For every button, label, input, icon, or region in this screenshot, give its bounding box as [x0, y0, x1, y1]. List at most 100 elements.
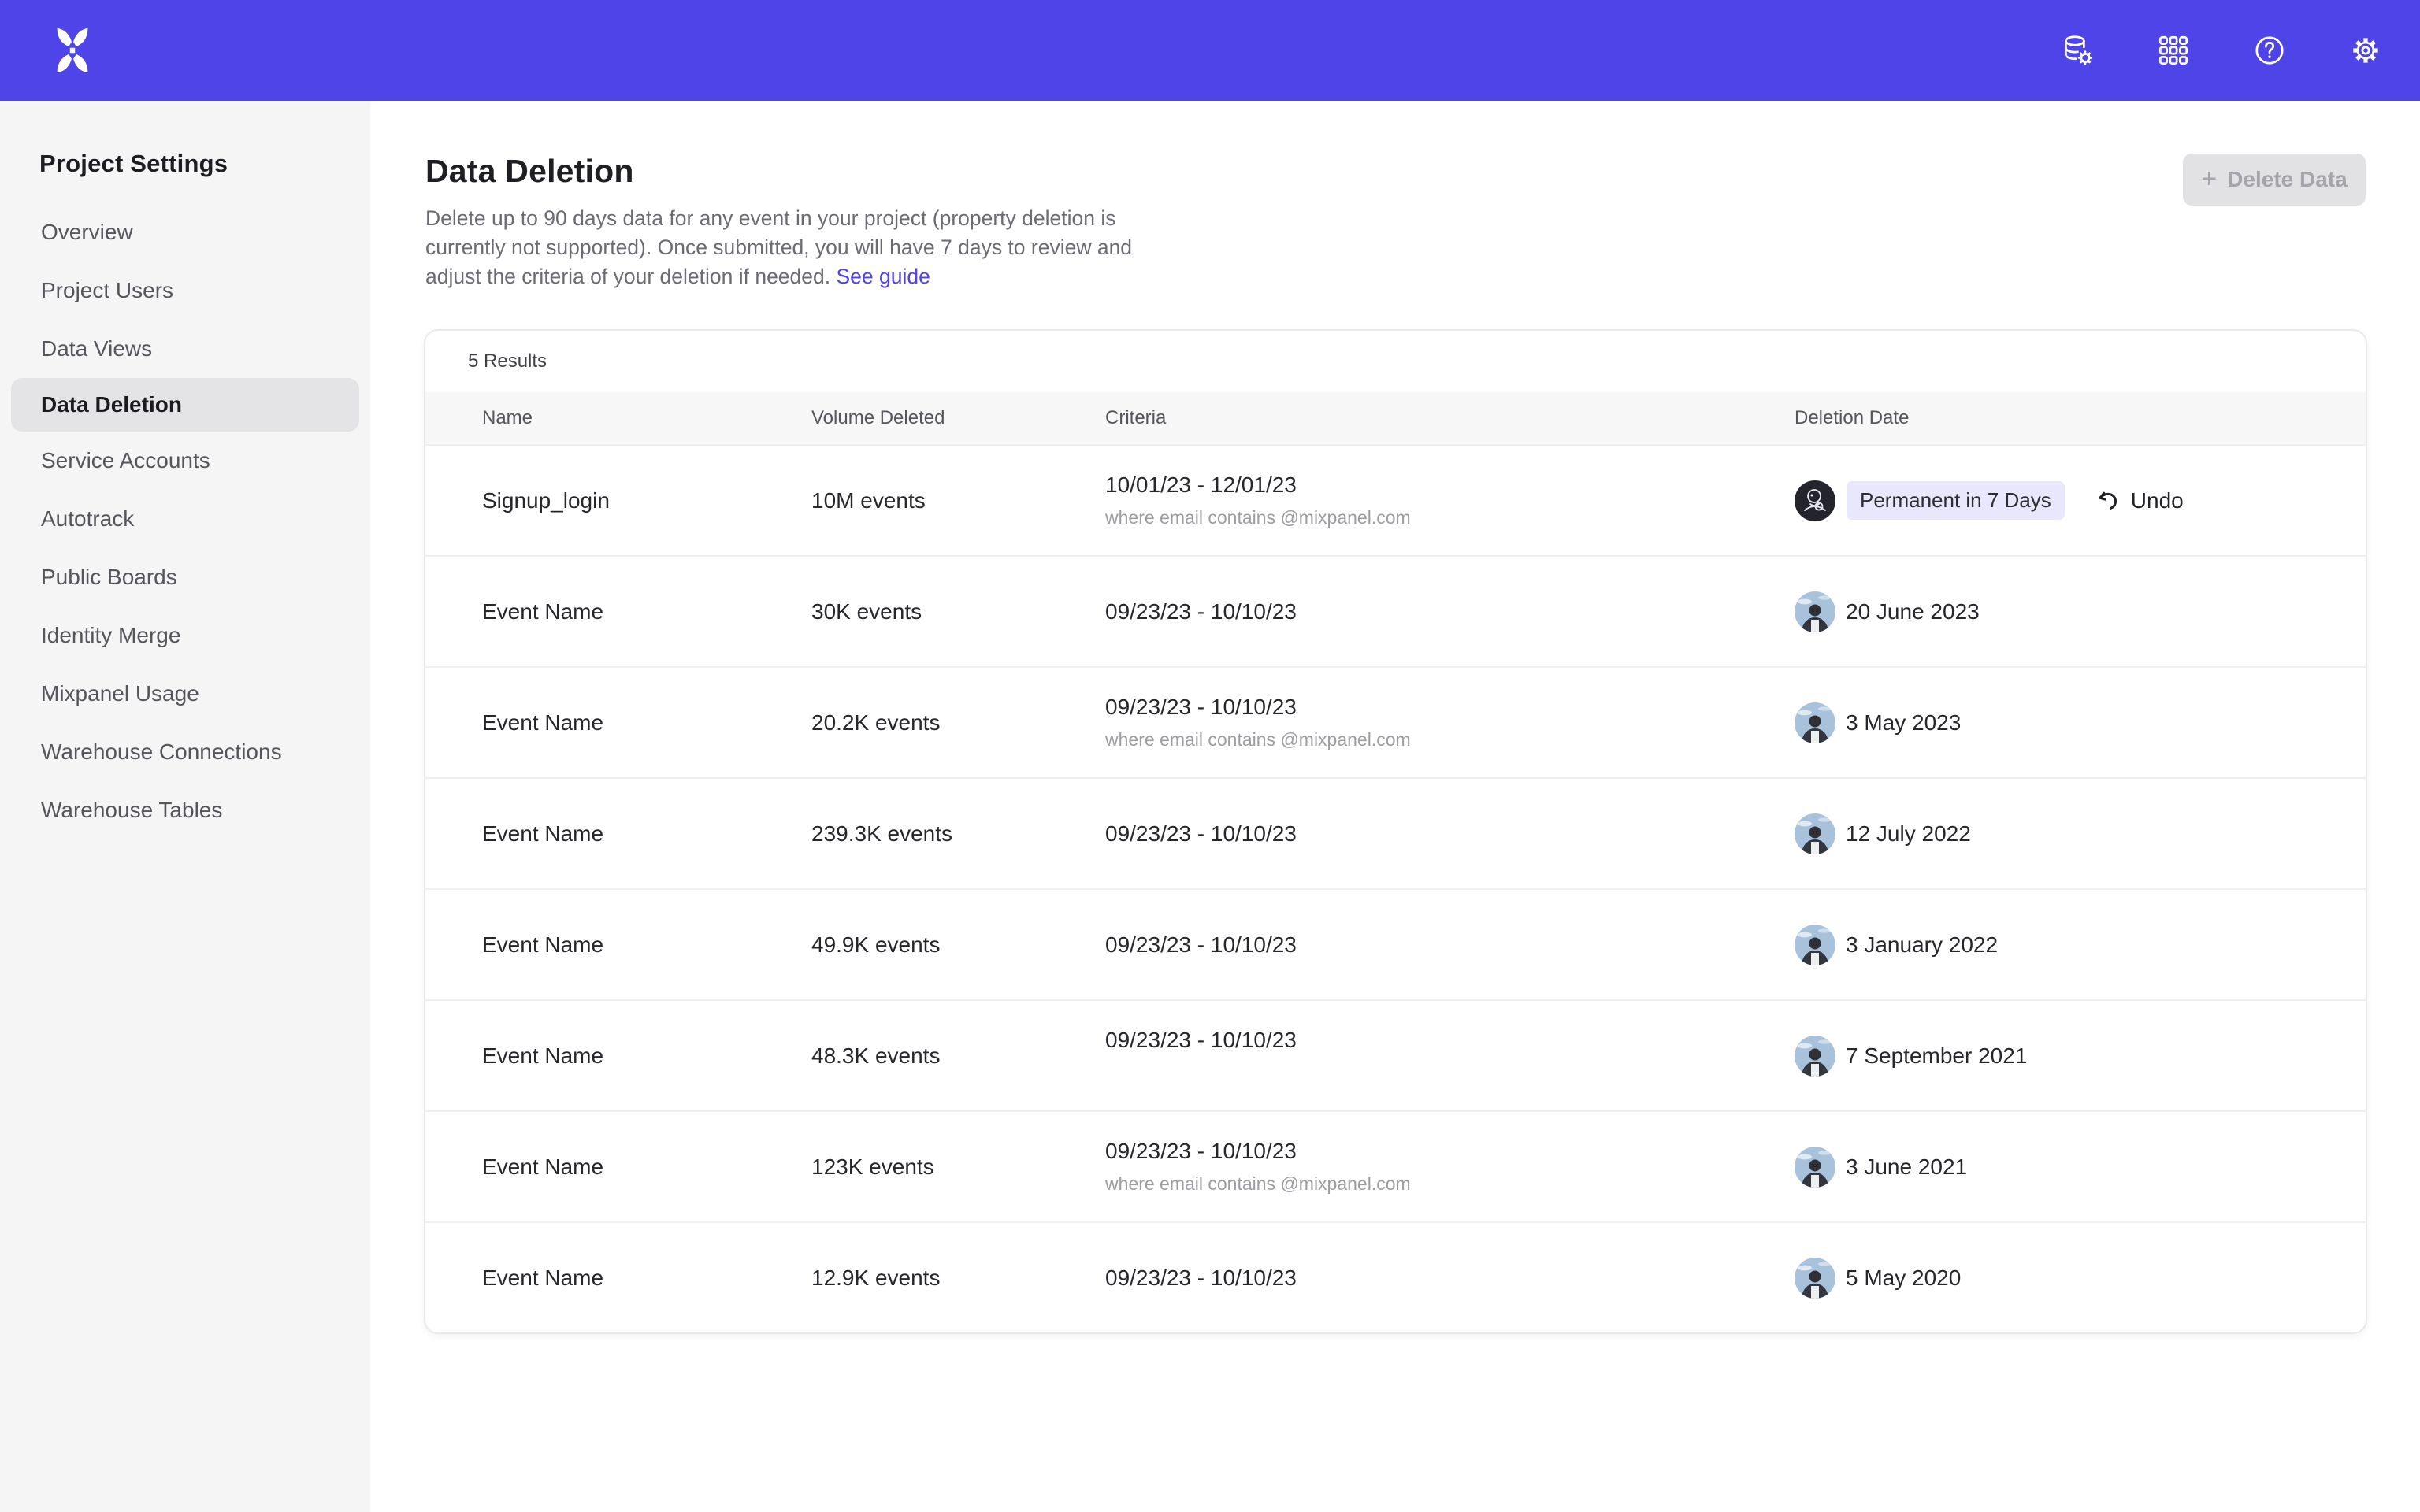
sidebar-title: Project Settings [0, 150, 370, 178]
cell-volume-deleted: 49.9K events [811, 932, 1105, 958]
deletion-date-text: 3 January 2022 [1846, 932, 1998, 958]
deletion-date-text: 3 June 2021 [1846, 1154, 1967, 1180]
user-avatar [1795, 1147, 1835, 1188]
sidebar-item-data-views[interactable]: Data Views [0, 320, 370, 378]
column-header-deletion-date: Deletion Date [1795, 407, 2366, 429]
deletion-date-text: 7 September 2021 [1846, 1043, 2027, 1069]
criteria-date-range: 09/23/23 - 10/10/23 [1105, 1028, 1795, 1053]
table-row: Event Name49.9K events09/23/23 - 10/10/2… [425, 888, 2366, 999]
cell-deletion-date: 5 May 2020 [1795, 1258, 2366, 1299]
cell-criteria: 09/23/23 - 10/10/23 [1105, 821, 1795, 847]
table-row: Event Name30K events09/23/23 - 10/10/23 2… [425, 555, 2366, 666]
undo-button[interactable]: Undo [2095, 487, 2184, 514]
cell-volume-deleted: 30K events [811, 599, 1105, 624]
user-avatar [1795, 1036, 1835, 1077]
sidebar-item-service-accounts[interactable]: Service Accounts [0, 432, 370, 490]
cell-criteria: 09/23/23 - 10/10/23 [1105, 932, 1795, 958]
table-header-row: Name Volume Deleted Criteria Deletion Da… [425, 392, 2366, 444]
cell-volume-deleted: 48.3K events [811, 1043, 1105, 1069]
cell-name: Event Name [425, 932, 811, 958]
criteria-date-range: 09/23/23 - 10/10/23 [1105, 1139, 1795, 1164]
table-row: Event Name123K events09/23/23 - 10/10/23… [425, 1110, 2366, 1221]
column-header-criteria: Criteria [1105, 407, 1795, 429]
sidebar-item-list: OverviewProject UsersData ViewsData Dele… [0, 203, 370, 839]
criteria-date-range: 09/23/23 - 10/10/23 [1105, 1266, 1795, 1291]
sidebar-item-warehouse-tables[interactable]: Warehouse Tables [0, 781, 370, 839]
deletion-date-text: 12 July 2022 [1846, 821, 1971, 847]
cell-deletion-date: 3 May 2023 [1795, 702, 2366, 743]
user-avatar [1795, 1258, 1835, 1299]
cell-criteria: 10/01/23 - 12/01/23 where email contains … [1105, 472, 1795, 528]
cell-volume-deleted: 239.3K events [811, 821, 1105, 847]
cell-criteria: 09/23/23 - 10/10/23 [1105, 599, 1795, 624]
column-header-name: Name [425, 407, 811, 429]
settings-gear-icon[interactable] [2348, 32, 2384, 69]
status-badge: Permanent in 7 Days [1847, 481, 2065, 520]
sidebar-item-mixpanel-usage[interactable]: Mixpanel Usage [0, 665, 370, 723]
cell-name: Event Name [425, 599, 811, 624]
undo-icon [2095, 487, 2121, 514]
cell-deletion-date: 12 July 2022 [1795, 813, 2366, 854]
user-avatar [1795, 702, 1835, 743]
criteria-date-range: 09/23/23 - 10/10/23 [1105, 821, 1795, 847]
deletion-date-text: 5 May 2020 [1846, 1266, 1961, 1291]
apps-grid-icon[interactable] [2155, 32, 2192, 69]
cell-criteria: 09/23/23 - 10/10/23where email contains … [1105, 695, 1795, 750]
criteria-date-range: 09/23/23 - 10/10/23 [1105, 599, 1795, 624]
cell-deletion-date: 3 June 2021 [1795, 1147, 2366, 1188]
help-icon[interactable] [2251, 32, 2288, 69]
page-title: Data Deletion [425, 153, 2420, 190]
column-header-volume-deleted: Volume Deleted [811, 407, 1105, 429]
undo-label: Undo [2131, 488, 2184, 513]
page-description: Delete up to 90 days data for any event … [425, 204, 1144, 291]
main-content: Data Deletion Delete up to 90 days data … [370, 101, 2420, 1512]
sidebar-item-data-deletion[interactable]: Data Deletion [11, 378, 359, 432]
sidebar-item-identity-merge[interactable]: Identity Merge [0, 606, 370, 665]
cell-volume-deleted: 20.2K events [811, 710, 1105, 736]
plus-icon: + [2201, 165, 2217, 192]
cell-name: Signup_login [425, 488, 811, 513]
cell-name: Event Name [425, 710, 811, 736]
deletion-date-text: 3 May 2023 [1846, 710, 1961, 736]
deletion-date-text: 20 June 2023 [1846, 599, 1980, 624]
table-row: Event Name239.3K events09/23/23 - 10/10/… [425, 777, 2366, 888]
cell-deletion-date: 7 September 2021 [1795, 1036, 2366, 1077]
cell-volume-deleted: 123K events [811, 1154, 1105, 1180]
sidebar-item-autotrack[interactable]: Autotrack [0, 490, 370, 548]
data-settings-icon[interactable] [2059, 32, 2095, 69]
cell-criteria: 09/23/23 - 10/10/23 [1105, 1028, 1795, 1084]
deletion-table-card: 5 Results Name Volume Deleted Criteria D… [424, 329, 2367, 1334]
topbar-icon-group [2059, 32, 2384, 69]
page-description-text: Delete up to 90 days data for any event … [425, 206, 1132, 288]
cell-name: Event Name [425, 1266, 811, 1291]
sidebar-item-public-boards[interactable]: Public Boards [0, 548, 370, 606]
cell-criteria: 09/23/23 - 10/10/23 [1105, 1266, 1795, 1291]
cell-volume-deleted: 12.9K events [811, 1266, 1105, 1291]
user-avatar [1795, 813, 1835, 854]
see-guide-link[interactable]: See guide [837, 265, 930, 288]
delete-data-button[interactable]: + Delete Data [2183, 154, 2366, 206]
table-row: Event Name12.9K events09/23/23 - 10/10/2… [425, 1221, 2366, 1332]
criteria-filter-text: where email contains @mixpanel.com [1105, 507, 1795, 528]
cell-criteria: 09/23/23 - 10/10/23where email contains … [1105, 1139, 1795, 1195]
cell-name: Event Name [425, 821, 811, 847]
mixpanel-logo-icon[interactable] [52, 28, 93, 72]
sidebar-item-overview[interactable]: Overview [0, 203, 370, 261]
user-avatar [1795, 480, 1835, 521]
criteria-filter-text: where email contains @mixpanel.com [1105, 729, 1795, 750]
cell-volume-deleted: 10M events [811, 488, 1105, 513]
sidebar-item-project-users[interactable]: Project Users [0, 261, 370, 320]
top-navigation-bar [0, 0, 2420, 101]
criteria-filter-text [1105, 1062, 1795, 1084]
cell-deletion-date: 3 January 2022 [1795, 925, 2366, 965]
table-row: Event Name20.2K events09/23/23 - 10/10/2… [425, 666, 2366, 777]
criteria-date-range: 09/23/23 - 10/10/23 [1105, 932, 1795, 958]
delete-data-button-label: Delete Data [2227, 167, 2348, 192]
results-count: 5 Results [425, 331, 2366, 392]
cell-name: Event Name [425, 1154, 811, 1180]
table-body: Signup_login10M events10/01/23 - 12/01/2… [425, 444, 2366, 1332]
criteria-date-range: 10/01/23 - 12/01/23 [1105, 472, 1795, 498]
sidebar-item-warehouse-connections[interactable]: Warehouse Connections [0, 723, 370, 781]
table-row: Signup_login10M events10/01/23 - 12/01/2… [425, 444, 2366, 555]
settings-sidebar: Project Settings OverviewProject UsersDa… [0, 101, 370, 1512]
